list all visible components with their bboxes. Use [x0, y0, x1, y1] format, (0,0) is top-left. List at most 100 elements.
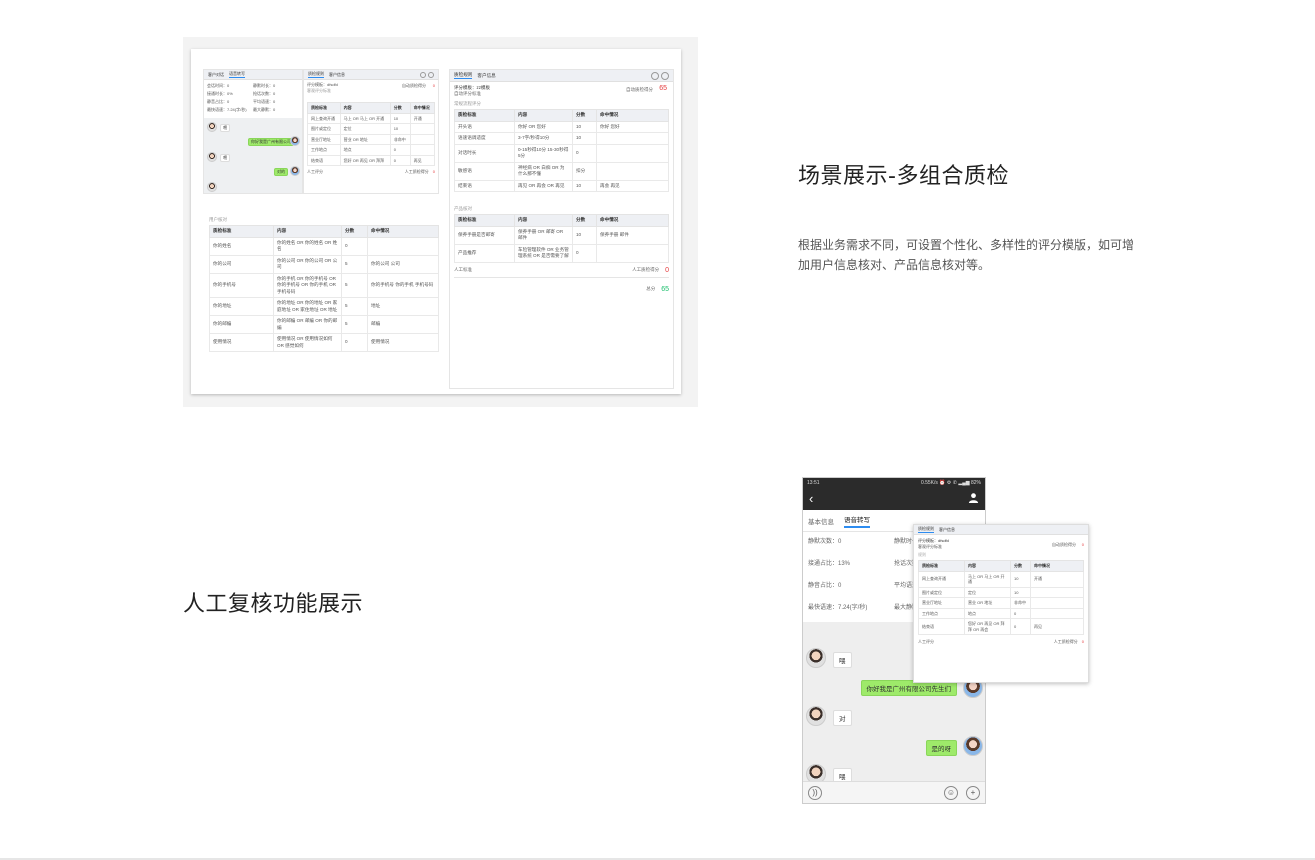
tab-customer-chat[interactable]: 客户对话	[208, 72, 224, 78]
table-cell: 5	[341, 297, 368, 316]
tab-customer-info[interactable]: 客户信息	[477, 73, 495, 79]
table-cell: 使用情况 OR 使用情况如何 OR 感觉如何	[273, 333, 342, 352]
table-cell: 车险管理软件 OR 业务管理系统 OR 是否需要了解	[514, 243, 573, 263]
customer-avatar	[290, 166, 300, 176]
column-header: 分数	[389, 102, 411, 114]
table-cell: 网上查询开通	[918, 570, 965, 588]
table-cell: 保养手册 邮件	[596, 225, 669, 245]
tab-qc-rules[interactable]: 质检规则	[454, 72, 473, 79]
table-cell: 图片或定位	[307, 123, 341, 135]
minimize-icon[interactable]	[651, 71, 659, 80]
table-cell: 产品推荐	[454, 243, 515, 263]
table-cell: 开通	[409, 112, 436, 124]
table-cell: 定位	[964, 586, 1011, 598]
section-label: 常规流程评分	[454, 101, 481, 106]
chat-bubble: 对	[833, 710, 852, 726]
table-cell: 你的手机号	[209, 272, 274, 298]
column-header: 质检标准	[454, 214, 515, 227]
table-cell: 0	[572, 143, 597, 163]
table-cell: 你的公司	[209, 254, 274, 274]
chat-bubble: 是的呀	[925, 740, 957, 756]
table-row: 你的地址 你的地址 OR 你的地址 OR 家庭地址 OR 家住地址 OR 地址 5 地…	[209, 297, 439, 316]
table-cell: 10	[572, 225, 597, 245]
table-cell	[1030, 586, 1084, 598]
table-cell: 再见	[1030, 618, 1084, 635]
table-cell: 你的手机 OR 你的手机号 OR 你的手机号 OR 你的手机 OR 手机号码	[273, 272, 342, 298]
table-cell: 您好 OR 再见 OR 拜拜	[339, 154, 391, 166]
table-header-row: 质检标准 内容 分数 命中情况	[454, 109, 669, 122]
table-cell: 使用情况	[209, 333, 274, 352]
minimize-icon[interactable]	[420, 71, 426, 78]
emoji-icon[interactable]: ☺	[944, 786, 958, 800]
call-stat: 静音占比：0	[808, 583, 842, 589]
table-cell: 你的邮编	[209, 315, 274, 334]
table-cell: 保养手册是否邮寄	[454, 225, 515, 245]
table-cell: 10	[1010, 570, 1031, 588]
table-cell: 语速语调适度	[454, 132, 515, 145]
chat-stat: 最快语速：7.24(字/秒)	[207, 107, 247, 112]
overlay-body: 评分模板：dfsdfd 客观评分标准 自动质检得分 0 规则 质检标准 内容 分…	[914, 535, 1088, 648]
table-row: 敏感语 神经病 OR 白痴 OR 为什么那不懂 扣分	[454, 161, 669, 181]
quality-panel: 质检规则 客户信息 评分模板：zz模板 自动评分标准 自动质检得分 65 常规流…	[449, 69, 674, 389]
column-header: 内容	[514, 214, 573, 227]
column-header: 内容	[514, 109, 573, 122]
table-cell	[409, 133, 436, 145]
manual-label: 人工评分	[307, 169, 323, 174]
person-icon[interactable]	[968, 492, 979, 506]
auto-score-label: 自动质检得分	[402, 83, 426, 88]
table-cell: 你的邮编 OR 邮编 OR 你的邮编	[273, 315, 342, 334]
manual-score-value: 0	[665, 266, 669, 274]
table-cell: 工作地点	[307, 144, 341, 156]
tab-qc-rules[interactable]: 质检规则	[918, 526, 934, 533]
voice-icon[interactable]: ))	[808, 786, 822, 800]
table-cell: 结束语	[454, 179, 515, 192]
close-icon[interactable]	[661, 71, 669, 80]
table-cell: 图片或定位	[918, 586, 965, 598]
table-cell: 您好 OR 再见 OR 拜拜 OR 再会	[964, 618, 1011, 635]
tab-transcript[interactable]: 语音转写	[229, 71, 245, 78]
table-cell: 营业厅地址	[307, 133, 341, 145]
table-cell: 0	[389, 144, 411, 156]
tab-customer-info[interactable]: 客户信息	[939, 527, 955, 533]
status-icons: 0.55K/s ⏰ ⚙ ✆ ▂▄▆ 82%	[920, 479, 981, 486]
column-header: 命中情况	[367, 225, 439, 238]
score-overlay-card: 质检规则 客户信息 评分模板：dfsdfd 客观评分标准 自动质检得分 0 规则…	[913, 524, 1089, 683]
add-icon[interactable]: +	[966, 786, 980, 800]
column-header: 命中情况	[1030, 560, 1084, 572]
tab-basic-info[interactable]: 基本信息	[808, 516, 834, 526]
manual-score-row: 人工标准 人工质检得分 0	[454, 267, 669, 278]
close-icon[interactable]	[428, 71, 434, 78]
table-cell: 10	[1010, 586, 1031, 598]
column-header: 命中情况	[596, 214, 669, 227]
table-cell: 你好 OR 您好	[514, 120, 573, 133]
nav-bar: ‹	[803, 487, 985, 510]
table-cell	[409, 123, 436, 135]
tab-rules[interactable]: 质检规则	[308, 71, 324, 78]
table-row: 图片或定位 定位 10	[918, 586, 1084, 598]
table-cell: 开通	[1030, 570, 1084, 588]
column-header: 分数	[1010, 560, 1031, 572]
column-header: 内容	[964, 560, 1011, 572]
tab-transcript[interactable]: 语音转写	[844, 514, 870, 528]
table-cell: 你的公司 公司	[367, 254, 439, 274]
table-cell: 地址	[367, 297, 439, 316]
chat-stat: 最大静默：0	[253, 107, 276, 112]
table-cell: 网上查询开通	[307, 112, 341, 124]
column-header: 质检标准	[454, 109, 515, 122]
agent-avatar	[806, 706, 826, 726]
user-info-section: 用户核对 质检标准 内容 分数 命中情况 你的姓名 你的姓名 OR 你的姓名 OR…	[209, 217, 439, 352]
table-row: 网上查询开通 马上 OR 马上 OR 开通 10 开通	[307, 112, 436, 124]
manual-label: 人工标准	[454, 267, 472, 272]
table-cell: 非命中	[389, 133, 411, 145]
table-cell: 5	[341, 315, 368, 334]
table-cell	[596, 132, 669, 145]
table-cell	[1030, 607, 1084, 619]
column-header: 质检标准	[918, 560, 965, 572]
back-icon[interactable]: ‹	[809, 491, 813, 506]
screenshot-window: 客户对话 语音转写 会话时间：0 静默时长：0 接通时长：0% 抢话次数：0 静…	[191, 49, 681, 394]
section-description: 根据业务需求不同，可设置个性化、多样性的评分模版，如可增加用户信息核对、产品信息…	[798, 238, 1135, 272]
column-header: 内容	[339, 102, 391, 114]
tab-customer-info[interactable]: 客户信息	[329, 72, 345, 78]
table-cell: 营业 OR 地址	[964, 597, 1011, 609]
table-cell: 对话时长	[454, 143, 515, 163]
